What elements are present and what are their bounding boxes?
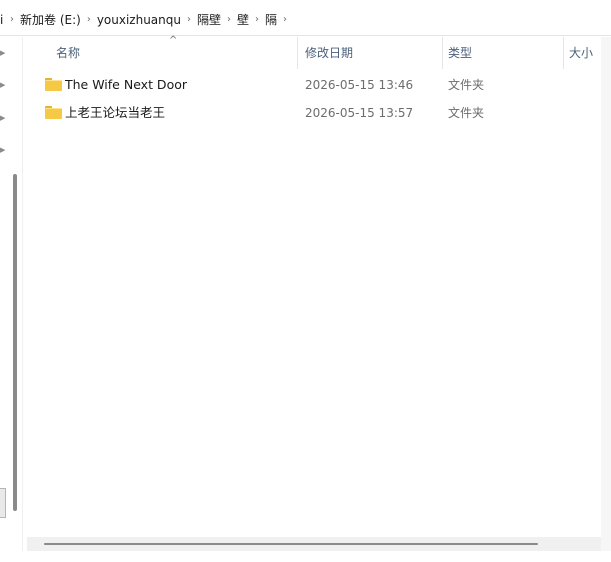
breadcrumb: i › 新加卷 (E:) › youxizhuanqu › 隔壁 › 壁 › 隔… (0, 4, 291, 35)
breadcrumb-item-youxizhuanqu[interactable]: youxizhuanqu (95, 10, 183, 30)
chevron-right-icon[interactable]: › (83, 10, 95, 30)
horizontal-scrollbar-thumb[interactable] (44, 543, 538, 545)
navigation-scroll-button[interactable] (0, 488, 6, 518)
folder-icon (45, 78, 62, 91)
file-name: 上老王论坛当老王 (65, 105, 166, 120)
expand-arrow-icon[interactable]: ▶ (0, 81, 6, 89)
file-type: 文件夹 (448, 78, 485, 92)
column-header-modified[interactable]: 修改日期 (299, 37, 443, 69)
folder-icon (45, 106, 62, 119)
address-bar[interactable]: i › 新加卷 (E:) › youxizhuanqu › 隔壁 › 壁 › 隔… (0, 4, 611, 36)
expand-arrow-icon[interactable]: ▶ (0, 146, 6, 154)
breadcrumb-item-ge[interactable]: 隔 (263, 10, 279, 30)
file-list: The Wife Next Door 2026-05-15 13:46 文件夹 … (23, 71, 601, 127)
chevron-right-icon[interactable]: › (251, 10, 263, 30)
chevron-right-icon[interactable]: › (183, 10, 195, 30)
list-item[interactable]: The Wife Next Door 2026-05-15 13:46 文件夹 (23, 71, 601, 99)
horizontal-scrollbar[interactable] (27, 537, 601, 551)
breadcrumb-item-drive[interactable]: 新加卷 (E:) (18, 10, 83, 30)
file-modified: 2026-05-15 13:57 (305, 106, 414, 120)
column-headers: ^ 名称 修改日期 类型 大小 (23, 35, 611, 69)
column-header-type[interactable]: 类型 (442, 37, 564, 69)
status-bar (0, 551, 611, 562)
breadcrumb-item-gebi[interactable]: 隔壁 (195, 10, 223, 30)
chevron-right-icon[interactable]: › (6, 10, 18, 30)
column-header-name[interactable]: 名称 (50, 37, 298, 69)
navigation-pane: ▶ ▶ ▶ ▶ (0, 37, 22, 551)
expand-arrow-icon[interactable]: ▶ (0, 114, 6, 122)
expand-arrow-icon[interactable]: ▶ (0, 49, 6, 57)
breadcrumb-item-bi[interactable]: 壁 (235, 10, 251, 30)
chevron-right-icon[interactable]: › (223, 10, 235, 30)
list-item[interactable]: 上老王论坛当老王 2026-05-15 13:57 文件夹 (23, 99, 601, 127)
file-type: 文件夹 (448, 106, 485, 120)
chevron-right-icon[interactable]: › (279, 10, 291, 30)
file-modified: 2026-05-15 13:46 (305, 78, 414, 92)
file-name: The Wife Next Door (65, 77, 187, 92)
navigation-scrollbar-thumb[interactable] (13, 174, 17, 511)
vertical-scrollbar-track[interactable] (601, 37, 611, 551)
